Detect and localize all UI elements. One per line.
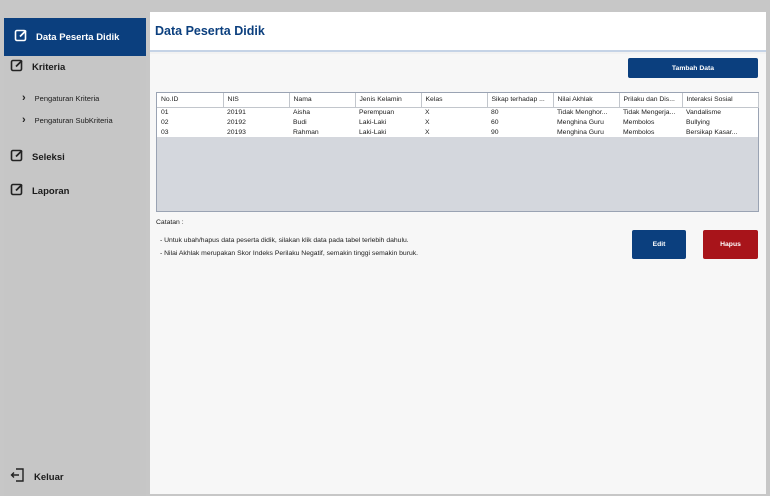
edit-icon (10, 148, 24, 167)
table-cell: 90 (487, 127, 553, 137)
column-header[interactable]: No.ID (157, 93, 224, 108)
content-area: Tambah Data No.ID NIS Nama Jenis Kelamin… (150, 54, 766, 494)
table-row[interactable]: 03 20193 Rahman Laki-Laki X 90 Menghina … (157, 127, 758, 137)
delete-button[interactable]: Hapus (703, 230, 758, 259)
sidebar-item-label: Laporan (32, 185, 70, 197)
add-data-button[interactable]: Tambah Data (628, 58, 758, 78)
table-cell: Budi (289, 117, 355, 127)
table-cell: Laki-Laki (355, 117, 421, 127)
sidebar-item-seleksi[interactable]: Seleksi (10, 146, 65, 168)
page-title: Data Peserta Didik (155, 24, 265, 38)
table-cell: 80 (487, 107, 553, 117)
table-cell: 03 (157, 127, 223, 137)
sidebar-item-kriteria[interactable]: Kriteria (10, 56, 65, 78)
notes-line: - Untuk ubah/hapus data peserta didik, s… (160, 237, 409, 244)
edit-icon (14, 28, 28, 47)
sidebar-item-label: Pengaturan SubKriteria (34, 115, 113, 125)
table-cell: Membolos (619, 127, 682, 137)
table-cell: Bullying (682, 117, 758, 127)
edit-icon (10, 58, 24, 77)
logout-button[interactable]: Keluar (10, 466, 64, 488)
table-cell: 01 (157, 107, 223, 117)
column-header[interactable]: Kelas (421, 93, 488, 108)
main-panel: Data Peserta Didik Tambah Data No.ID NIS… (150, 12, 766, 494)
table-cell: 20193 (223, 127, 289, 137)
sidebar-item-pengaturan-subkriteria[interactable]: › Pengaturan SubKriteria (22, 113, 113, 127)
logout-icon (10, 467, 26, 488)
table-cell: Tidak Menghor... (553, 107, 619, 117)
chevron-right-icon: › (22, 91, 26, 104)
column-header[interactable]: Nilai Akhlak (553, 93, 620, 108)
table-cell: Vandalisme (682, 107, 758, 117)
table-cell: Bersikap Kasar... (682, 127, 758, 137)
sidebar-item-label: Kriteria (32, 61, 66, 73)
table-row[interactable]: 01 20191 Aisha Perempuan X 80 Tidak Meng… (157, 107, 758, 117)
chevron-right-icon: › (22, 113, 26, 126)
table-cell: Menghina Guru (553, 127, 619, 137)
table-cell: Perempuan (355, 107, 421, 117)
sidebar-item-label: Seleksi (32, 151, 65, 163)
table-header-row: No.ID NIS Nama Jenis Kelamin Kelas Sikap… (157, 93, 759, 108)
notes-line: - Nilai Akhlak merupakan Skor Indeks Per… (160, 250, 419, 257)
table-cell: X (421, 107, 487, 117)
column-header[interactable]: Nama (289, 93, 356, 108)
sidebar-item-label: Data Peserta Didik (36, 31, 120, 43)
sidebar-item-laporan[interactable]: Laporan (10, 180, 69, 202)
table-cell: Rahman (289, 127, 355, 137)
table-cell: Laki-Laki (355, 127, 421, 137)
sidebar-item-data-peserta-didik[interactable]: Data Peserta Didik (4, 18, 146, 56)
column-header[interactable]: Interaksi Sosial (682, 93, 759, 108)
column-header[interactable]: Jenis Kelamin (355, 93, 422, 108)
table-cell: Membolos (619, 117, 682, 127)
sidebar: Data Peserta Didik Kriteria › Pengaturan… (4, 10, 146, 496)
table-cell: Aisha (289, 107, 355, 117)
logout-label: Keluar (34, 471, 64, 483)
table-cell: 20192 (223, 117, 289, 127)
notes-heading: Catatan : (156, 219, 184, 226)
table-row[interactable]: 02 20192 Budi Laki-Laki X 60 Menghina Gu… (157, 117, 758, 127)
table-cell: 60 (487, 117, 553, 127)
column-header[interactable]: Sikap terhadap ... (487, 93, 554, 108)
column-header[interactable]: NIS (223, 93, 290, 108)
table-cell: 20191 (223, 107, 289, 117)
table-cell: X (421, 117, 487, 127)
table-cell: 02 (157, 117, 223, 127)
table-cell: X (421, 127, 487, 137)
sidebar-item-pengaturan-kriteria[interactable]: › Pengaturan Kriteria (22, 91, 99, 105)
edit-icon (10, 182, 24, 201)
students-table[interactable]: No.ID NIS Nama Jenis Kelamin Kelas Sikap… (156, 92, 759, 212)
edit-button[interactable]: Edit (632, 230, 686, 259)
column-header[interactable]: Prilaku dan Dis... (619, 93, 683, 108)
sidebar-item-label: Pengaturan Kriteria (34, 93, 100, 103)
page-header: Data Peserta Didik (150, 12, 766, 52)
table-cell: Tidak Mengerja... (619, 107, 682, 117)
table-cell: Menghina Guru (553, 117, 619, 127)
